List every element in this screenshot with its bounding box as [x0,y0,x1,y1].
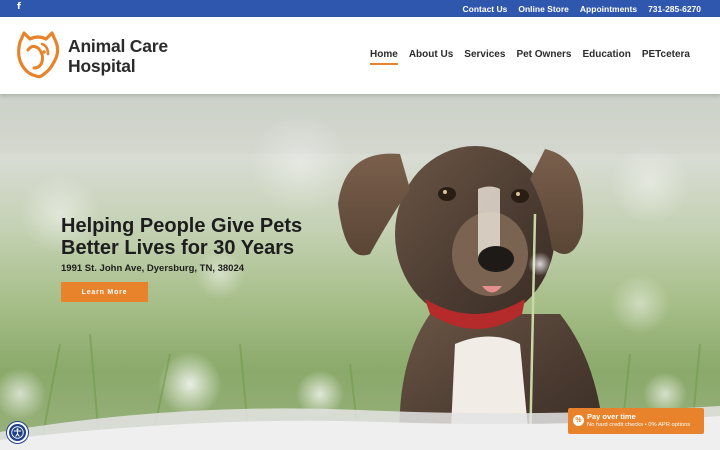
logo-line2: Hospital [68,56,136,76]
logo-text[interactable]: Animal Care Hospital [68,36,168,76]
hero-title: Helping People Give Pets Better Lives fo… [61,215,302,259]
hero-title-line1: Helping People Give Pets [61,215,303,237]
accessibility-figure-icon [11,426,24,439]
hero-address: 1991 St. John Ave, Dyersburg, TN, 38024 [61,263,245,274]
pay-title: Pay over time [587,412,636,421]
learn-more-button[interactable]: Learn More [61,282,148,302]
percent-icon: % [573,415,584,426]
cat-dog-logo-icon[interactable] [14,30,62,80]
pay-subtitle: No hard credit checks • 0% APR options [587,422,691,428]
nav-education[interactable]: Education [582,49,630,65]
accessibility-icon[interactable] [7,422,28,443]
logo-line1: Animal Care [68,36,168,56]
pay-over-time-widget[interactable]: % Pay over time No hard credit checks • … [568,408,704,434]
phone-link[interactable]: 731-285-6270 [648,4,701,14]
site-header: Animal Care Hospital Home About Us Servi… [0,17,720,94]
main-nav: Home About Us Services Pet Owners Educat… [370,49,690,65]
online-store-link[interactable]: Online Store [518,4,569,14]
appointments-link[interactable]: Appointments [580,4,637,14]
hero-title-line2: Better Lives for 30 Years [61,237,295,259]
contact-us-link[interactable]: Contact Us [463,4,508,14]
nav-about-us[interactable]: About Us [409,49,453,65]
hero-banner: Helping People Give Pets Better Lives fo… [0,94,720,450]
nav-petcetera[interactable]: PETcetera [642,49,690,65]
nav-pet-owners[interactable]: Pet Owners [516,49,571,65]
facebook-icon[interactable]: f [17,2,21,12]
top-bar: f Contact Us Online Store Appointments 7… [0,0,720,17]
top-links: Contact Us Online Store Appointments 731… [463,0,702,17]
nav-home[interactable]: Home [370,49,398,65]
nav-services[interactable]: Services [464,49,505,65]
